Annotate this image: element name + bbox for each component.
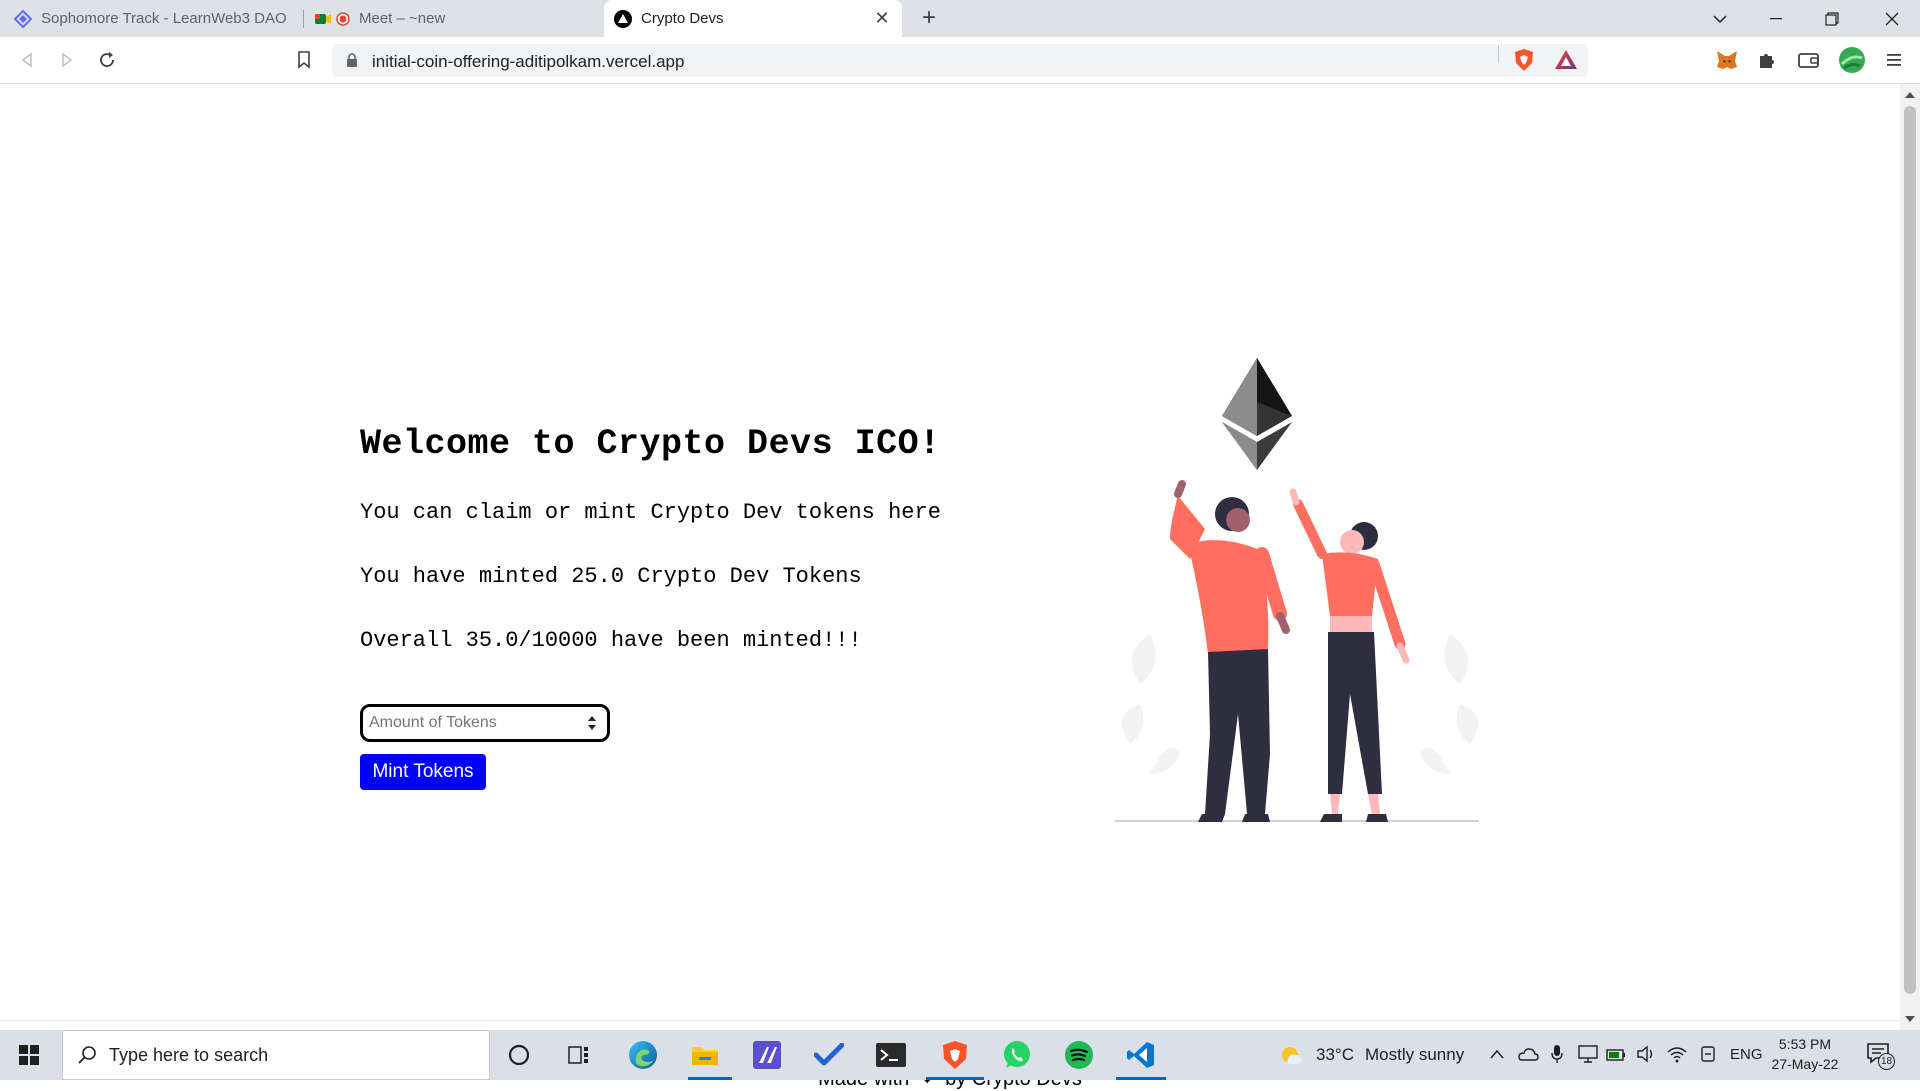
extensions-puzzle-icon[interactable] — [1753, 46, 1781, 74]
plant-decoration — [1122, 634, 1478, 774]
reload-icon[interactable] — [92, 45, 122, 75]
lock-icon — [347, 53, 357, 67]
clock-time: 5:53 PM — [1778, 1036, 1832, 1052]
windows-taskbar: Type here to search 33°C Mostly sunny EN… — [0, 1030, 1920, 1080]
restore-icon[interactable] — [1804, 0, 1860, 37]
microphone-icon[interactable] — [1551, 1044, 1563, 1064]
scroll-thumb[interactable] — [1904, 106, 1916, 994]
minimize-icon[interactable] — [1748, 0, 1804, 37]
crypto-devs-illustration — [1115, 358, 1479, 822]
brave-browser-icon[interactable] — [938, 1038, 972, 1072]
whatsapp-icon[interactable] — [1000, 1038, 1034, 1072]
brave-shield-icon[interactable] — [1510, 46, 1538, 74]
close-window-icon[interactable] — [1864, 0, 1920, 37]
ground-line — [1115, 820, 1479, 822]
bookmark-icon[interactable] — [289, 45, 319, 75]
tab-sophomore-track[interactable]: Sophomore Track - LearnWeb3 DAO — [14, 0, 304, 37]
taskbar-clock[interactable]: 5:53 PM 27-May-22 — [1760, 1034, 1850, 1074]
page-title: Welcome to Crypto Devs ICO! — [360, 424, 941, 464]
tab-title: Meet – ~new — [359, 10, 446, 27]
profile-avatar[interactable] — [1838, 46, 1866, 74]
ethereum-icon — [1222, 358, 1292, 470]
address-bar[interactable]: initial-coin-offering-aditipolkam.vercel… — [332, 44, 1588, 77]
google-meet-icon — [315, 13, 331, 24]
windows-start-icon[interactable] — [12, 1038, 46, 1072]
web-page: Welcome to Crypto Devs ICO! You can clai… — [0, 84, 1900, 1090]
notification-center-icon[interactable]: 18 — [1866, 1042, 1895, 1070]
scroll-down-icon[interactable] — [1905, 1016, 1915, 1022]
weather-desc[interactable]: Mostly sunny — [1365, 1045, 1464, 1065]
task-view-icon[interactable] — [562, 1038, 596, 1072]
url-text: initial-coin-offering-aditipolkam.vercel… — [372, 52, 685, 71]
address-separator — [1498, 45, 1499, 63]
tab-search-icon[interactable] — [1692, 0, 1748, 37]
show-hidden-icons-icon[interactable] — [1490, 1049, 1504, 1059]
spotify-icon[interactable] — [1062, 1038, 1096, 1072]
browser-toolbar: initial-coin-offering-aditipolkam.vercel… — [0, 37, 1920, 84]
wifi-icon[interactable] — [1666, 1045, 1688, 1063]
wallet-icon[interactable] — [1795, 46, 1823, 74]
amount-of-tokens-input[interactable] — [369, 711, 569, 735]
learnweb3-icon — [14, 9, 32, 28]
search-icon — [78, 1046, 96, 1064]
claim-text: You can claim or mint Crypto Dev tokens … — [360, 500, 941, 525]
back-icon[interactable] — [12, 45, 42, 75]
weather-sun-icon[interactable] — [1280, 1044, 1304, 1066]
tab-title: Crypto Devs — [641, 10, 724, 27]
person-woman — [1289, 488, 1410, 822]
taskbar-search-placeholder: Type here to search — [109, 1045, 269, 1065]
tab-separator — [303, 10, 304, 28]
tab-meet[interactable]: Meet – ~new — [314, 0, 604, 37]
metamask-icon[interactable] — [1713, 46, 1741, 74]
vercel-icon — [614, 9, 632, 28]
footer-divider — [0, 1020, 1900, 1021]
page-scrollbar[interactable] — [1900, 84, 1920, 1030]
edge-icon[interactable] — [626, 1038, 660, 1072]
person-man — [1170, 480, 1290, 822]
mint-tokens-button[interactable]: Mint Tokens — [360, 754, 486, 790]
battery-icon[interactable] — [1606, 1045, 1626, 1063]
weather-temp[interactable]: 33°C — [1316, 1045, 1354, 1065]
notification-count-badge: 18 — [1878, 1053, 1895, 1070]
power-automate-icon[interactable] — [750, 1038, 784, 1072]
vscode-icon[interactable] — [1124, 1038, 1158, 1072]
tab-strip: Sophomore Track - LearnWeb3 DAO Meet – ~… — [0, 0, 1920, 37]
tab-title: Sophomore Track - LearnWeb3 DAO — [41, 10, 287, 27]
brave-rewards-icon[interactable] — [1552, 46, 1580, 74]
display-icon[interactable] — [1578, 1045, 1598, 1063]
tab-crypto-devs[interactable]: Crypto Devs ✕ — [604, 0, 902, 37]
onedrive-icon[interactable] — [1517, 1047, 1539, 1061]
language-indicator[interactable]: ENG — [1730, 1046, 1763, 1063]
total-minted-text: Overall 35.0/10000 have been minted!!! — [360, 628, 862, 653]
cortana-icon[interactable] — [502, 1038, 536, 1072]
taskbar-search-box[interactable]: Type here to search — [62, 1030, 490, 1080]
amount-of-tokens-field[interactable] — [360, 704, 610, 742]
number-spinner-icon[interactable] — [587, 715, 597, 731]
recording-icon — [336, 11, 350, 26]
clock-date: 27-May-22 — [1771, 1056, 1839, 1072]
new-tab-button[interactable]: + — [916, 6, 942, 32]
close-tab-icon[interactable]: ✕ — [872, 8, 892, 28]
ico-panel: Welcome to Crypto Devs ICO! You can clai… — [360, 342, 1080, 790]
todo-icon[interactable] — [812, 1038, 846, 1072]
minted-balance-text: You have minted 25.0 Crypto Dev Tokens — [360, 564, 862, 589]
terminal-icon[interactable] — [874, 1038, 908, 1072]
menu-icon[interactable] — [1880, 46, 1908, 74]
forward-icon[interactable] — [52, 45, 82, 75]
volume-icon[interactable] — [1636, 1045, 1656, 1063]
input-indicator-icon[interactable] — [1700, 1045, 1716, 1063]
scroll-up-icon[interactable] — [1905, 92, 1915, 98]
file-explorer-icon[interactable] — [688, 1038, 722, 1072]
